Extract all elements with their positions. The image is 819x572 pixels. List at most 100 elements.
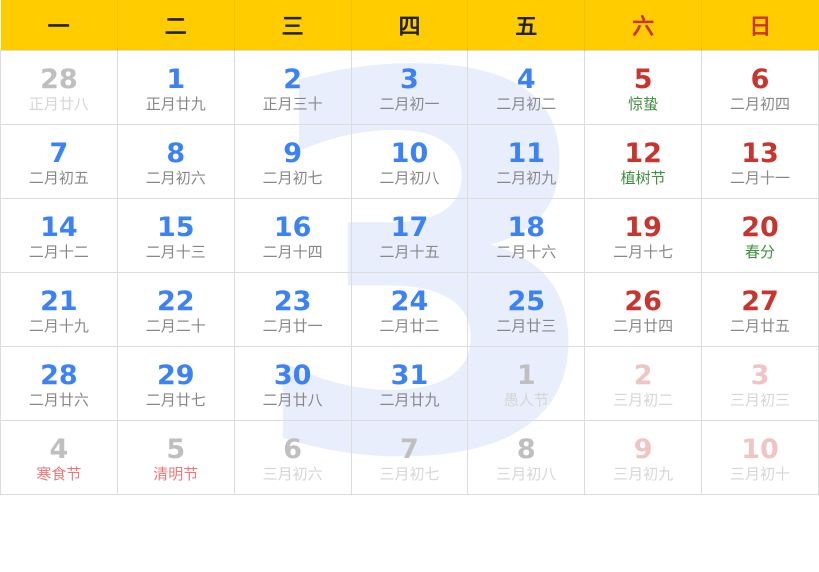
day-cell[interactable]: 31 二月廿九 [350, 346, 469, 421]
festival-label: 清明节 [153, 465, 199, 483]
day-number: 9 [633, 434, 653, 465]
day-cell[interactable]: 8 三月初八 [467, 420, 586, 495]
day-cell[interactable]: 20 春分 [701, 198, 819, 273]
day-cell[interactable]: 26 二月廿四 [584, 272, 703, 347]
day-number: 5 [166, 434, 186, 465]
day-cell[interactable]: 14 二月十二 [0, 198, 118, 273]
day-cell[interactable]: 10 三月初十 [701, 420, 819, 495]
lunar-date: 二月廿三 [496, 317, 557, 335]
lunar-date: 三月初十 [730, 465, 791, 483]
lunar-date: 二月廿八 [262, 391, 323, 409]
day-number: 3 [400, 64, 419, 95]
weekday-mon: 一 [0, 0, 118, 51]
day-number: 15 [156, 212, 195, 243]
day-cell[interactable]: 3 三月初三 [701, 346, 819, 421]
lunar-date: 二月二十 [145, 317, 206, 335]
day-number: 8 [516, 434, 536, 465]
lunar-date: 二月初六 [145, 169, 206, 187]
day-number: 6 [750, 64, 770, 95]
day-cell[interactable]: 15 二月十三 [116, 198, 235, 273]
day-number: 21 [40, 286, 78, 317]
lunar-date: 三月初八 [496, 465, 557, 483]
lunar-date: 二月初九 [496, 169, 557, 187]
day-cell[interactable]: 2 正月三十 [233, 50, 352, 125]
lunar-date: 三月初三 [730, 391, 791, 409]
day-cell[interactable]: 1 愚人节 [467, 346, 586, 421]
day-number: 9 [283, 138, 302, 169]
day-number: 10 [390, 138, 429, 169]
lunar-date: 正月廿八 [28, 95, 89, 113]
day-number: 18 [507, 212, 546, 243]
day-cell[interactable]: 4 寒食节 [0, 420, 118, 495]
calendar-week-row: 7 二月初五 8 二月初六 9 二月初七 10 二月初八 11 二月初九 12 植树节 13 二月十一 [0, 124, 819, 199]
day-cell[interactable]: 9 三月初九 [584, 420, 703, 495]
day-cell[interactable]: 19 二月十七 [584, 198, 703, 273]
day-cell[interactable]: 28 二月廿六 [0, 346, 118, 421]
lunar-date: 正月三十 [262, 95, 323, 113]
day-number: 23 [273, 286, 312, 317]
day-cell[interactable]: 7 三月初七 [350, 420, 469, 495]
day-cell[interactable]: 18 二月十六 [467, 198, 586, 273]
day-number: 4 [516, 64, 536, 95]
day-cell[interactable]: 8 二月初六 [116, 124, 235, 199]
lunar-date: 二月初五 [28, 169, 89, 187]
calendar: 3 一 二 三 四 五 六 日 28 正月廿八 1 正月廿九 2 正月三十 3 二月初一 4 二月… [0, 0, 819, 529]
calendar-week-row: 4 寒食节 5 清明节 6 三月初六 7 三月初七 8 三月初八 9 三月初九 10 三月初十 [0, 420, 819, 495]
lunar-date: 二月廿七 [145, 391, 206, 409]
day-cell[interactable]: 6 二月初四 [701, 50, 819, 125]
lunar-date: 三月初九 [613, 465, 674, 483]
day-cell[interactable]: 3 二月初一 [350, 50, 469, 125]
lunar-date: 二月初二 [496, 95, 557, 113]
lunar-date: 三月初二 [613, 391, 674, 409]
weekday-sun: 日 [701, 0, 819, 51]
day-cell[interactable]: 17 二月十五 [350, 198, 469, 273]
day-cell[interactable]: 23 二月廿一 [233, 272, 352, 347]
day-cell[interactable]: 16 二月十四 [233, 198, 352, 273]
day-cell[interactable]: 29 二月廿七 [116, 346, 235, 421]
day-number: 1 [166, 64, 186, 95]
day-cell[interactable]: 25 二月廿三 [467, 272, 586, 347]
day-cell[interactable]: 13 二月十一 [701, 124, 819, 199]
lunar-date: 二月廿五 [730, 317, 791, 335]
lunar-date: 正月廿九 [145, 95, 206, 113]
day-cell[interactable]: 1 正月廿九 [116, 50, 235, 125]
weekday-thu: 四 [351, 0, 469, 51]
day-number: 20 [741, 212, 779, 243]
day-cell[interactable]: 6 三月初六 [233, 420, 352, 495]
calendar-week-row: 28 正月廿八 1 正月廿九 2 正月三十 3 二月初一 4 二月初二 5 惊蛰 6 二月初四 [0, 50, 819, 125]
day-cell[interactable]: 2 三月初二 [584, 346, 703, 421]
day-cell[interactable]: 11 二月初九 [467, 124, 586, 199]
day-cell[interactable]: 5 惊蛰 [584, 50, 703, 125]
day-number: 30 [273, 360, 312, 391]
day-cell[interactable]: 22 二月二十 [116, 272, 235, 347]
lunar-date: 二月初四 [730, 95, 791, 113]
weekday-sat: 六 [584, 0, 703, 51]
day-cell[interactable]: 12 植树节 [584, 124, 703, 199]
calendar-grid: 一 二 三 四 五 六 日 28 正月廿八 1 正月廿九 2 正月三十 3 二月初一 4 二月初二… [0, 0, 819, 495]
day-number: 11 [507, 138, 546, 169]
day-cell[interactable]: 21 二月十九 [0, 272, 118, 347]
weekday-header: 一 二 三 四 五 六 日 [0, 0, 819, 51]
lunar-date: 二月廿六 [28, 391, 89, 409]
day-cell[interactable]: 9 二月初七 [233, 124, 352, 199]
day-number: 28 [40, 64, 78, 95]
weekday-tue: 二 [117, 0, 235, 51]
day-cell[interactable]: 27 二月廿五 [701, 272, 819, 347]
day-number: 14 [40, 212, 78, 243]
day-cell[interactable]: 30 二月廿八 [233, 346, 352, 421]
lunar-date: 三月初七 [379, 465, 440, 483]
day-cell[interactable]: 7 二月初五 [0, 124, 118, 199]
day-cell[interactable]: 28 正月廿八 [0, 50, 118, 125]
day-number: 25 [507, 286, 546, 317]
day-cell[interactable]: 5 清明节 [116, 420, 235, 495]
day-cell[interactable]: 24 二月廿二 [350, 272, 469, 347]
lunar-date: 二月廿四 [613, 317, 674, 335]
lunar-date: 三月初六 [262, 465, 323, 483]
lunar-date: 二月十四 [262, 243, 323, 261]
day-cell[interactable]: 10 二月初八 [350, 124, 469, 199]
lunar-date: 二月十九 [28, 317, 89, 335]
day-cell[interactable]: 4 二月初二 [467, 50, 586, 125]
day-number: 12 [624, 138, 662, 169]
lunar-date: 二月十七 [613, 243, 674, 261]
lunar-date: 二月初一 [379, 95, 440, 113]
